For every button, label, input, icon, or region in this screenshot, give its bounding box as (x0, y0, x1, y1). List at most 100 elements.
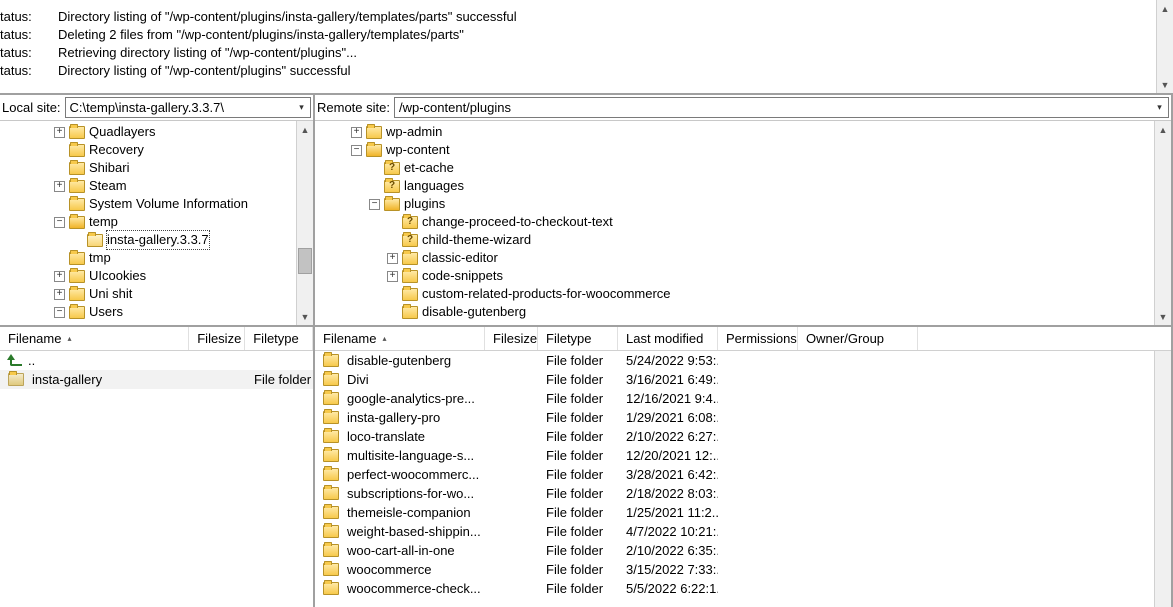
scroll-up-icon[interactable]: ▲ (297, 121, 313, 138)
column-header-type[interactable]: Filetype (538, 327, 618, 350)
expand-icon[interactable]: + (387, 271, 398, 282)
collapse-icon[interactable]: − (351, 145, 362, 156)
cell-name: .. (0, 351, 190, 370)
tree-row[interactable]: +Quadlayers (0, 123, 296, 141)
tree-row[interactable]: System Volume Information (0, 195, 296, 213)
column-header-size[interactable]: Filesize (189, 327, 245, 350)
tree-row[interactable]: +code-snippets (315, 267, 1154, 285)
tree-row[interactable]: child-theme-wizard (315, 231, 1154, 249)
list-item[interactable]: insta-gallery-proFile folder1/29/2021 6:… (315, 408, 1154, 427)
expand-icon[interactable]: + (54, 127, 65, 138)
scroll-up-icon[interactable]: ▲ (1155, 121, 1171, 138)
tree-row[interactable]: disable-gutenberg (315, 303, 1154, 321)
folder-icon (323, 411, 339, 424)
tree-row[interactable]: −temp (0, 213, 296, 231)
tree-item-label: et-cache (404, 159, 454, 177)
column-header-name[interactable]: Filename▴ (0, 327, 189, 350)
tree-toggle-blank (387, 289, 398, 300)
scroll-track[interactable] (297, 138, 313, 308)
local-path-combo[interactable]: C:\temp\insta-gallery.3.3.7\ ▾ (65, 97, 311, 118)
scroll-down-icon[interactable]: ▼ (1155, 308, 1171, 325)
tree-row[interactable]: −plugins (315, 195, 1154, 213)
tree-item-label: UIcookies (89, 267, 146, 285)
cell-name-text: insta-gallery (32, 370, 102, 389)
scroll-thumb[interactable] (298, 248, 312, 274)
expand-icon[interactable]: + (351, 127, 362, 138)
expand-icon[interactable]: + (54, 271, 65, 282)
list-item[interactable]: woocommerceFile folder3/15/2022 7:33:... (315, 560, 1154, 579)
remote-tree-scrollbar[interactable]: ▲ ▼ (1154, 121, 1171, 325)
column-header-mod[interactable]: Last modified (618, 327, 718, 350)
tree-row[interactable]: Shibari (0, 159, 296, 177)
cell-mod: 2/18/2022 8:03:... (618, 484, 718, 503)
remote-file-list[interactable]: disable-gutenbergFile folder5/24/2022 9:… (315, 351, 1154, 607)
folder-icon (323, 487, 339, 500)
list-item[interactable]: google-analytics-pre...File folder12/16/… (315, 389, 1154, 408)
list-item[interactable]: woocommerce-check...File folder5/5/2022 … (315, 579, 1154, 598)
tree-row[interactable]: custom-related-products-for-woocommerce (315, 285, 1154, 303)
chevron-down-icon[interactable]: ▾ (293, 98, 310, 117)
list-item[interactable]: insta-galleryFile folder (0, 370, 313, 389)
column-header-label: Owner/Group (806, 331, 884, 346)
column-header-name[interactable]: Filename▴ (315, 327, 485, 350)
tree-row[interactable]: +wp-admin (315, 123, 1154, 141)
collapse-icon[interactable]: − (54, 307, 65, 318)
local-file-list[interactable]: ..insta-galleryFile folder (0, 351, 313, 607)
tree-row[interactable]: languages (315, 177, 1154, 195)
list-item[interactable]: disable-gutenbergFile folder5/24/2022 9:… (315, 351, 1154, 370)
list-item[interactable]: multisite-language-s...File folder12/20/… (315, 446, 1154, 465)
remote-list-header[interactable]: Filename▴FilesizeFiletypeLast modifiedPe… (315, 327, 1171, 351)
folder-icon (69, 270, 85, 283)
scroll-track[interactable] (1157, 17, 1173, 76)
chevron-down-icon[interactable]: ▾ (1151, 98, 1168, 117)
tree-row[interactable]: −Users (0, 303, 296, 321)
list-item[interactable]: themeisle-companionFile folder1/25/2021 … (315, 503, 1154, 522)
expand-icon[interactable]: + (54, 181, 65, 192)
tree-toggle-blank (72, 235, 83, 246)
remote-directory-tree[interactable]: +wp-admin−wp-contentet-cachelanguages−pl… (315, 121, 1154, 325)
list-item[interactable]: DiviFile folder3/16/2021 6:49:... (315, 370, 1154, 389)
collapse-icon[interactable]: − (54, 217, 65, 228)
list-item[interactable]: woo-cart-all-in-oneFile folder2/10/2022 … (315, 541, 1154, 560)
local-list-header[interactable]: Filename▴FilesizeFiletype (0, 327, 313, 351)
tree-item-label: Recovery (89, 141, 144, 159)
scroll-up-icon[interactable]: ▲ (1157, 0, 1173, 17)
scroll-down-icon[interactable]: ▼ (1157, 76, 1173, 93)
cell-name-text: multisite-language-s... (347, 446, 474, 465)
log-row: tatus:Directory listing of "/wp-content/… (0, 8, 1156, 26)
remote-path-combo[interactable]: /wp-content/plugins ▾ (394, 97, 1169, 118)
tree-row[interactable]: Recovery (0, 141, 296, 159)
tree-row[interactable]: change-proceed-to-checkout-text (315, 213, 1154, 231)
list-item[interactable]: subscriptions-for-wo...File folder2/18/2… (315, 484, 1154, 503)
remote-list-scrollbar[interactable] (1154, 351, 1171, 607)
tree-row[interactable]: et-cache (315, 159, 1154, 177)
app-window: tatus:Directory listing of "/wp-content/… (0, 0, 1173, 607)
tree-row[interactable]: −wp-content (315, 141, 1154, 159)
cell-mod: 3/28/2021 6:42:... (618, 465, 718, 484)
list-item[interactable]: perfect-woocommerc...File folder3/28/202… (315, 465, 1154, 484)
tree-row[interactable]: + UIcookies (0, 267, 296, 285)
list-item[interactable]: weight-based-shippin...File folder4/7/20… (315, 522, 1154, 541)
list-item[interactable]: loco-translateFile folder2/10/2022 6:27:… (315, 427, 1154, 446)
expand-icon[interactable]: + (387, 253, 398, 264)
tree-row[interactable]: +classic-editor (315, 249, 1154, 267)
folder-icon (323, 430, 339, 443)
tree-row[interactable]: +Steam (0, 177, 296, 195)
cell-type: File folder (538, 465, 618, 484)
log-scrollbar[interactable]: ▲ ▼ (1156, 0, 1173, 93)
tree-row[interactable]: insta-gallery.3.3.7 (0, 231, 296, 249)
tree-row[interactable]: tmp (0, 249, 296, 267)
local-directory-tree[interactable]: +QuadlayersRecoveryShibari+SteamSystem V… (0, 121, 296, 325)
local-tree-scrollbar[interactable]: ▲ ▼ (296, 121, 313, 325)
parent-dir-row[interactable]: .. (0, 351, 313, 370)
scroll-down-icon[interactable]: ▼ (297, 308, 313, 325)
expand-icon[interactable]: + (54, 289, 65, 300)
cell-name-text: .. (28, 351, 35, 370)
column-header-size[interactable]: Filesize (485, 327, 538, 350)
column-header-own[interactable]: Owner/Group (798, 327, 918, 350)
collapse-icon[interactable]: − (369, 199, 380, 210)
scroll-track[interactable] (1155, 138, 1171, 308)
tree-row[interactable]: +Uni shit (0, 285, 296, 303)
column-header-type[interactable]: Filetype (245, 327, 313, 350)
column-header-perm[interactable]: Permissions (718, 327, 798, 350)
